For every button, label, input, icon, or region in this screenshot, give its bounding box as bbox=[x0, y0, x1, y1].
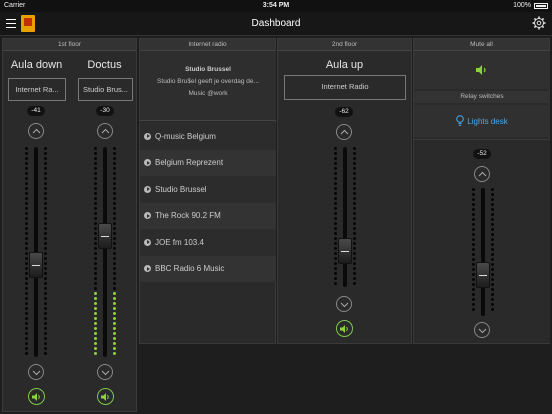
level-meter-right bbox=[113, 147, 116, 357]
volume-badge: -52 bbox=[473, 149, 491, 159]
slider-track bbox=[343, 147, 347, 287]
station-item[interactable]: Belgium Reprezent bbox=[140, 149, 276, 176]
slider-track bbox=[481, 188, 485, 316]
station-item[interactable]: JOE fm 103.4 bbox=[140, 229, 276, 256]
chevron-up-icon bbox=[101, 128, 110, 134]
now-playing: Studio Brussel Studio Bru$el geeft je ov… bbox=[140, 51, 276, 121]
speaker-icon bbox=[101, 393, 109, 401]
master-volume-area: -52 bbox=[414, 139, 550, 343]
volume-down-button[interactable] bbox=[97, 364, 113, 380]
level-meter-left bbox=[334, 147, 337, 287]
nav-bar: Dashboard bbox=[0, 12, 552, 36]
radio-header: Internet radio bbox=[140, 39, 275, 51]
volume-badge: -41 bbox=[27, 106, 45, 116]
volume-up-button[interactable] bbox=[97, 123, 113, 139]
battery-indicator: 100% bbox=[513, 2, 548, 9]
lights-desk-button[interactable]: Lights desk bbox=[414, 105, 550, 137]
chevron-down-icon bbox=[340, 302, 349, 308]
volume-badge: -62 bbox=[335, 107, 353, 117]
slider-knob[interactable] bbox=[29, 252, 43, 278]
chevron-down-icon bbox=[101, 370, 110, 376]
station-item[interactable]: Studio Brussel bbox=[140, 176, 276, 203]
station-label: JOE fm 103.4 bbox=[155, 237, 204, 247]
bulb-icon bbox=[456, 115, 465, 126]
chevron-up-icon bbox=[32, 128, 41, 134]
station-label: Belgium Reprezent bbox=[155, 158, 224, 168]
volume-down-button[interactable] bbox=[474, 322, 490, 338]
radio-panel: Internet radio Studio Brussel Studio Bru… bbox=[139, 38, 276, 344]
relay-switches-header: Relay switches bbox=[414, 91, 550, 103]
zone-name: Doctus bbox=[87, 59, 122, 71]
source-selector[interactable]: Internet Ra... bbox=[8, 78, 66, 101]
speaker-icon bbox=[476, 65, 486, 75]
chevron-up-icon bbox=[478, 171, 487, 177]
station-list: Q-music Belgium Belgium Reprezent Studio… bbox=[140, 123, 276, 282]
station-label: Studio Brussel bbox=[155, 184, 207, 194]
play-icon bbox=[144, 212, 151, 220]
now-playing-title: Studio Brussel bbox=[185, 66, 231, 73]
mute-toggle-button[interactable] bbox=[336, 320, 353, 337]
chevron-down-icon bbox=[32, 370, 41, 376]
zone-name: Aula down bbox=[10, 59, 63, 71]
level-meter-right bbox=[353, 147, 356, 287]
volume-up-button[interactable] bbox=[474, 166, 490, 182]
slider-track bbox=[103, 147, 107, 357]
play-icon bbox=[144, 265, 151, 273]
control-panel: Mute all Relay switches Lights desk -52 bbox=[413, 38, 550, 344]
zone-aula-down: Aula down Internet Ra... -41 bbox=[3, 39, 70, 413]
station-item[interactable]: BBC Radio 6 Music bbox=[140, 255, 276, 282]
zone-doctus: Doctus Studio Brus... -30 bbox=[71, 39, 138, 413]
volume-slider[interactable] bbox=[330, 147, 360, 287]
page-title: Dashboard bbox=[251, 18, 301, 29]
mute-toggle-button[interactable] bbox=[97, 388, 114, 405]
gear-icon[interactable] bbox=[532, 16, 546, 30]
slider-knob[interactable] bbox=[476, 262, 490, 288]
station-item[interactable]: The Rock 90.2 FM bbox=[140, 202, 276, 229]
mute-all-button[interactable] bbox=[414, 51, 550, 89]
status-bar: Carrier 3:54 PM 100% bbox=[0, 0, 552, 12]
speaker-icon bbox=[32, 393, 40, 401]
play-icon bbox=[144, 185, 151, 193]
status-time: 3:54 PM bbox=[262, 2, 290, 9]
battery-percent: 100% bbox=[513, 2, 531, 9]
speaker-icon bbox=[340, 325, 348, 333]
source-selector[interactable]: Internet Radio bbox=[284, 75, 406, 100]
level-meter-right bbox=[44, 147, 47, 357]
floor2-header: 2nd floor bbox=[278, 39, 411, 51]
volume-down-button[interactable] bbox=[28, 364, 44, 380]
floor2-panel: 2nd floor Aula up Internet Radio -62 bbox=[277, 38, 412, 344]
slider-knob[interactable] bbox=[98, 223, 112, 249]
chevron-down-icon bbox=[478, 328, 487, 334]
mute-all-header: Mute all bbox=[414, 39, 549, 51]
station-item[interactable]: Q-music Belgium bbox=[140, 123, 276, 150]
volume-slider[interactable] bbox=[468, 188, 498, 316]
volume-up-button[interactable] bbox=[28, 123, 44, 139]
level-meter-left bbox=[25, 147, 28, 357]
volume-slider[interactable] bbox=[21, 147, 51, 357]
volume-badge: -30 bbox=[96, 106, 114, 116]
source-selector[interactable]: Studio Brus... bbox=[78, 78, 133, 101]
slider-knob[interactable] bbox=[338, 238, 352, 264]
station-label: BBC Radio 6 Music bbox=[155, 264, 225, 274]
mute-toggle-button[interactable] bbox=[28, 388, 45, 405]
level-meter-left bbox=[94, 147, 97, 357]
play-icon bbox=[144, 238, 151, 246]
volume-up-button[interactable] bbox=[336, 124, 352, 140]
floor1-panel: 1st floor Aula down Internet Ra... -41 D… bbox=[2, 38, 137, 412]
station-label: The Rock 90.2 FM bbox=[155, 211, 221, 221]
station-label: Q-music Belgium bbox=[155, 131, 216, 141]
play-icon bbox=[144, 132, 151, 140]
level-meter-left bbox=[472, 188, 475, 316]
play-icon bbox=[144, 159, 151, 167]
now-playing-subtitle: Music @work bbox=[188, 90, 228, 97]
lights-desk-label: Lights desk bbox=[467, 116, 508, 126]
now-playing-description: Studio Bru$el geeft je overdag de... bbox=[157, 78, 259, 85]
zone-name: Aula up bbox=[325, 59, 364, 71]
volume-slider[interactable] bbox=[90, 147, 120, 357]
level-meter-right bbox=[491, 188, 494, 316]
battery-icon bbox=[534, 2, 548, 9]
chevron-up-icon bbox=[340, 129, 349, 135]
volume-down-button[interactable] bbox=[336, 296, 352, 312]
